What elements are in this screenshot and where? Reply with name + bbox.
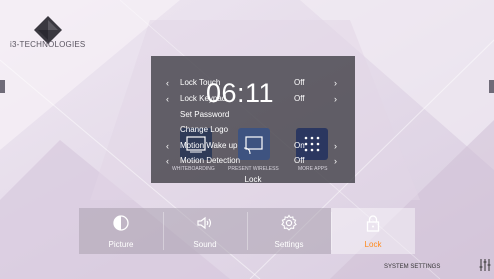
tab-label: Settings bbox=[274, 240, 304, 249]
chevron-left-icon[interactable]: ‹ bbox=[166, 94, 169, 104]
tab-picture[interactable]: Picture bbox=[79, 208, 163, 254]
menu-row-motion-wake-up[interactable]: ‹ Motion Wake up On › bbox=[166, 140, 346, 154]
settings-tab-bar: Picture Sound Settings Lock bbox=[79, 208, 415, 254]
menu-value: Off bbox=[294, 94, 305, 103]
tab-divider bbox=[247, 212, 248, 250]
tab-label: Picture bbox=[108, 240, 134, 249]
chevron-right-icon[interactable]: › bbox=[334, 94, 337, 104]
menu-row-change-logo[interactable]: Change Logo bbox=[166, 124, 346, 138]
menu-row-lock-touch[interactable]: ‹ Lock Touch Off › bbox=[166, 77, 346, 91]
sliders-icon[interactable] bbox=[478, 258, 492, 272]
chevron-right-icon[interactable]: › bbox=[334, 78, 337, 88]
system-settings-label: SYSTEM SETTINGS bbox=[384, 264, 441, 270]
chevron-right-icon[interactable]: › bbox=[334, 141, 337, 151]
gear-icon bbox=[281, 214, 297, 231]
tab-divider bbox=[331, 212, 332, 250]
chevron-left-icon[interactable]: ‹ bbox=[166, 156, 169, 166]
menu-row-motion-detection[interactable]: ‹ Motion Detection Off › bbox=[166, 155, 346, 169]
menu-row-set-password[interactable]: Set Password bbox=[166, 109, 346, 123]
menu-label: Change Logo bbox=[180, 125, 229, 134]
tab-label: Sound bbox=[193, 240, 217, 249]
tab-settings[interactable]: Settings bbox=[247, 208, 331, 254]
menu-label: Motion Wake up bbox=[180, 141, 238, 150]
menu-value: On bbox=[294, 141, 305, 150]
menu-label: Motion Detection bbox=[180, 156, 241, 165]
chevron-left-icon[interactable]: ‹ bbox=[166, 78, 169, 88]
menu-label: Lock Touch bbox=[180, 78, 221, 87]
chevron-left-icon[interactable]: ‹ bbox=[166, 141, 169, 151]
panel-title: Lock bbox=[244, 175, 262, 184]
brand-name: i3-TECHNOLOGIES bbox=[10, 40, 86, 49]
right-edge-handle[interactable] bbox=[489, 80, 494, 93]
tab-label: Lock bbox=[364, 240, 382, 249]
tab-divider bbox=[163, 212, 164, 250]
menu-label: Lock Keypad bbox=[180, 94, 227, 103]
left-edge-handle[interactable] bbox=[0, 80, 5, 93]
padlock-icon bbox=[366, 215, 380, 232]
picture-icon bbox=[113, 215, 129, 231]
chevron-right-icon[interactable]: › bbox=[334, 156, 337, 166]
tab-lock[interactable]: Lock bbox=[331, 208, 415, 254]
menu-value: Off bbox=[294, 78, 305, 87]
menu-row-lock-keypad[interactable]: ‹ Lock Keypad Off › bbox=[166, 93, 346, 107]
tab-sound[interactable]: Sound bbox=[163, 208, 247, 254]
menu-label: Set Password bbox=[180, 110, 230, 119]
menu-value: Off bbox=[294, 156, 305, 165]
speaker-icon bbox=[197, 216, 212, 230]
